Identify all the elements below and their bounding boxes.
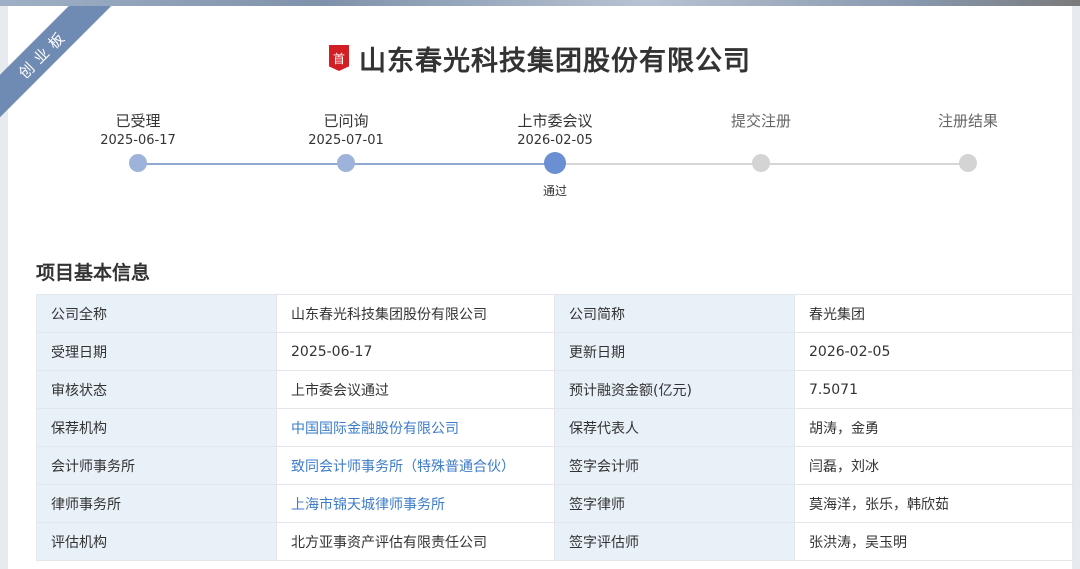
page-title: 山东春光科技集团股份有限公司 [359,45,751,77]
step-label: 提交注册 [730,112,791,130]
accounting-firm-link[interactable]: 致同会计师事务所（特殊普通合伙） [276,446,555,485]
step-dot-current-icon [544,152,566,174]
field-value: 上市委会议通过 [276,370,555,409]
field-label: 会计师事务所 [36,446,277,485]
page-header: 首 山东春光科技集团股份有限公司 [0,38,1080,78]
field-label: 签字会计师 [554,446,795,485]
step-label: 已受理 [115,112,161,130]
table-row: 审核状态 上市委会议通过 预计融资金额(亿元) 7.5071 [36,370,1074,409]
field-value: 闫磊，刘冰 [794,446,1074,485]
step-label: 注册结果 [937,112,998,130]
first-listing-badge-icon: 首 [329,45,349,71]
table-row: 受理日期 2025-06-17 更新日期 2026-02-05 [36,332,1074,371]
timeline-step-accepted: 已受理 2025-06-17 [58,110,218,172]
field-label: 签字评估师 [554,522,795,561]
step-dot-done-icon [337,154,355,172]
top-banner-strip [0,0,1080,6]
step-date [888,132,1048,150]
step-result-label: 通过 [542,184,567,198]
step-dot-done-icon [129,154,147,172]
table-row: 律师事务所 上海市锦天城律师事务所 签字律师 莫海洋，张乐，韩欣茹 [36,484,1074,523]
table-row: 评估机构 北方亚事资产评估有限责任公司 签字评估师 张洪涛，吴玉明 [36,522,1074,561]
table-row: 会计师事务所 致同会计师事务所（特殊普通合伙） 签字会计师 闫磊，刘冰 [36,446,1074,485]
timeline-step-submit-registration: 提交注册 [681,110,841,172]
field-value: 春光集团 [794,294,1074,333]
field-value: 2026-02-05 [794,332,1074,371]
table-row: 公司全称 山东春光科技集团股份有限公司 公司简称 春光集团 [36,294,1074,333]
section-title: 项目基本信息 [36,262,151,284]
field-label: 保荐机构 [36,408,277,447]
field-value: 北方亚事资产评估有限责任公司 [276,522,555,561]
field-value: 2025-06-17 [276,332,555,371]
progress-timeline: 已受理 2025-06-17 已问询 2025-07-01 上市委会议 2026… [0,110,1080,205]
step-date: 2025-06-17 [100,133,176,148]
field-label: 评估机构 [36,522,277,561]
field-label: 审核状态 [36,370,277,409]
field-label: 公司全称 [36,294,277,333]
field-value: 7.5071 [794,370,1074,409]
timeline-step-registration-result: 注册结果 [888,110,1048,172]
step-dot-pending-icon [752,154,770,172]
field-value: 山东春光科技集团股份有限公司 [276,294,555,333]
field-label: 保荐代表人 [554,408,795,447]
step-dot-pending-icon [959,154,977,172]
project-info-table: 公司全称 山东春光科技集团股份有限公司 公司简称 春光集团 受理日期 2025-… [36,294,1074,561]
timeline-step-committee: 上市委会议 2026-02-05 [475,110,635,174]
field-value: 胡涛，金勇 [794,408,1074,447]
timeline-step-inquired: 已问询 2025-07-01 [266,110,426,172]
field-label: 律师事务所 [36,484,277,523]
field-value: 张洪涛，吴玉明 [794,522,1074,561]
field-value: 莫海洋，张乐，韩欣茹 [794,484,1074,523]
field-label: 签字律师 [554,484,795,523]
field-label: 受理日期 [36,332,277,371]
step-label: 上市委会议 [517,112,593,130]
step-date: 2025-07-01 [308,133,384,148]
field-label: 预计融资金额(亿元) [554,370,795,409]
step-label: 已问询 [323,112,369,130]
sponsor-link[interactable]: 中国国际金融股份有限公司 [276,408,555,447]
step-date [681,132,841,150]
step-date: 2026-02-05 [517,133,593,148]
field-label: 公司简称 [554,294,795,333]
field-label: 更新日期 [554,332,795,371]
law-firm-link[interactable]: 上海市锦天城律师事务所 [276,484,555,523]
table-row: 保荐机构 中国国际金融股份有限公司 保荐代表人 胡涛，金勇 [36,408,1074,447]
